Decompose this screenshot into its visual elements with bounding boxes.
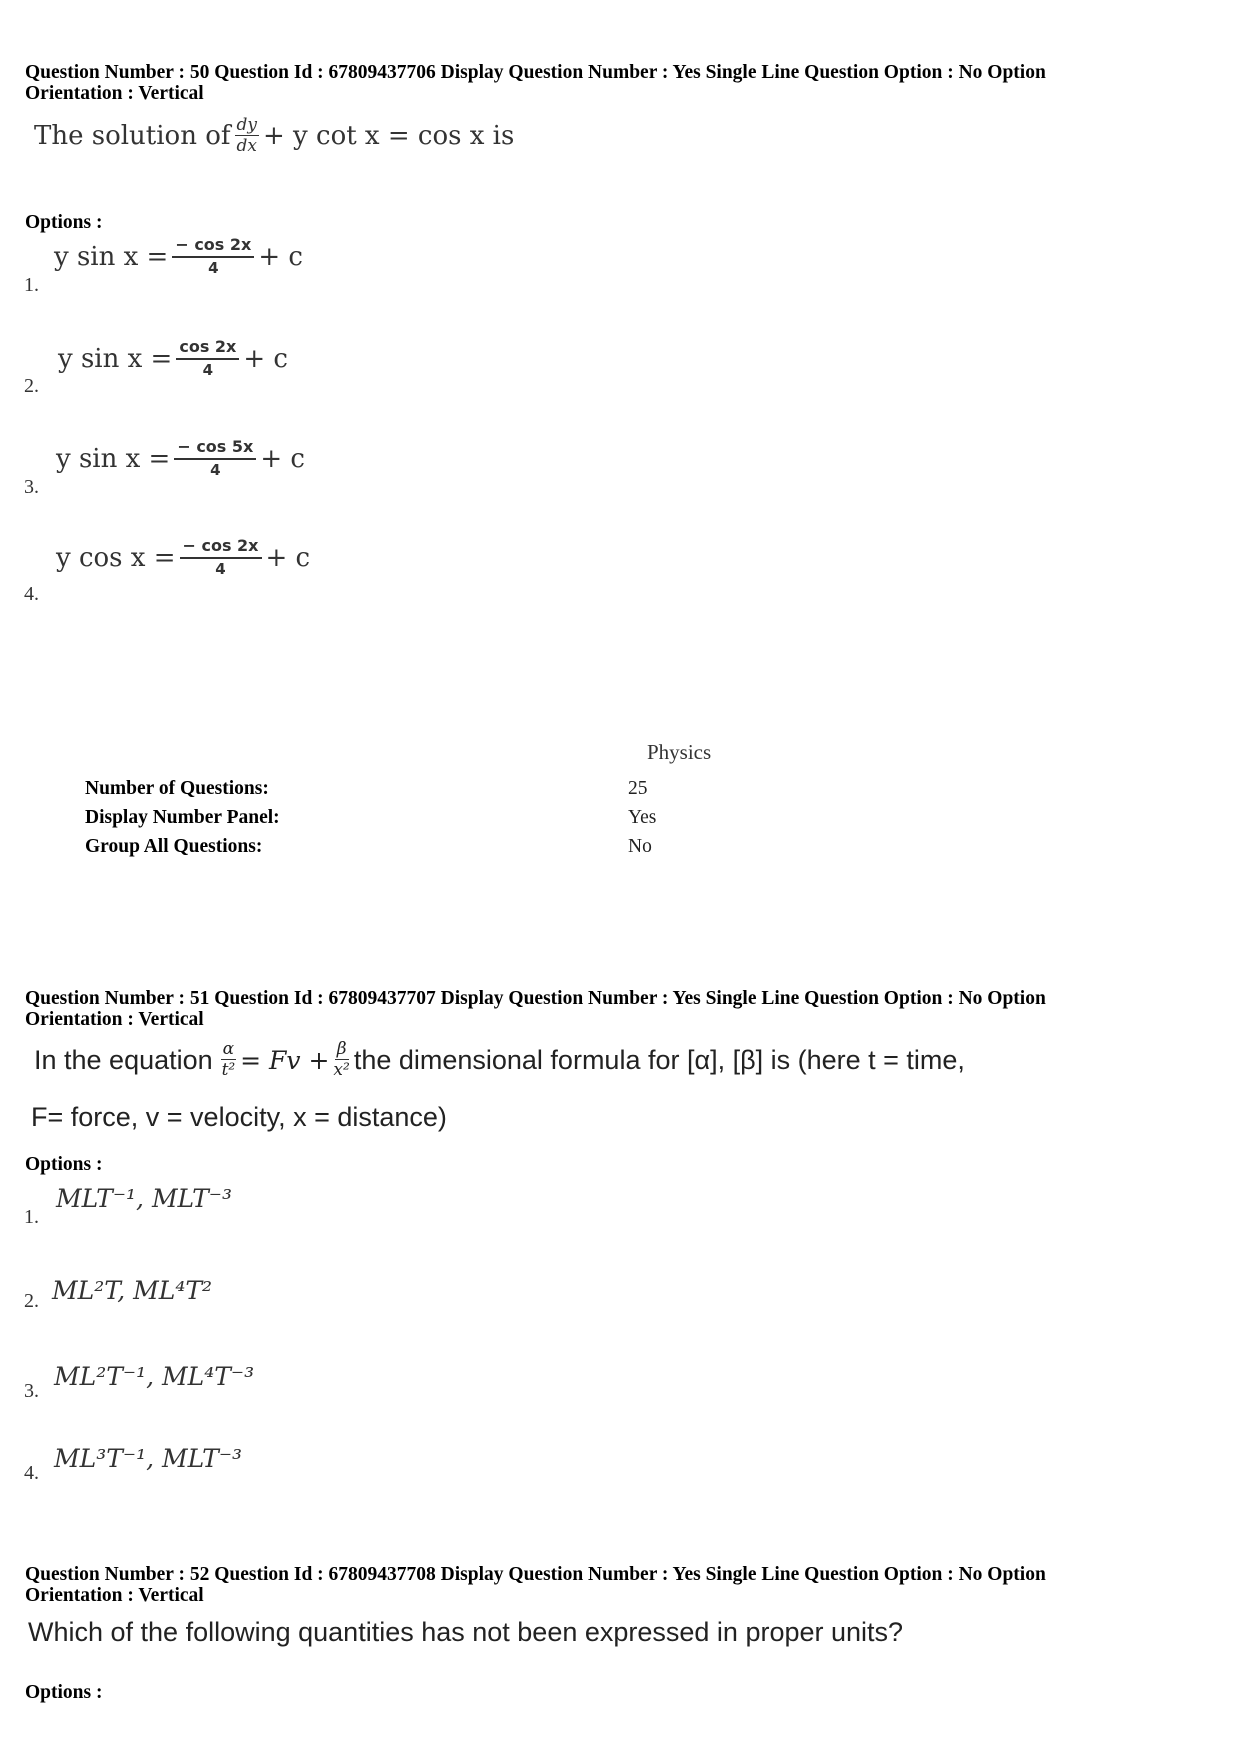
question-suffix: + y cot x = cos x is (263, 121, 515, 151)
option-3[interactable]: y sin x = − cos 5x 4 + c (56, 438, 305, 480)
option-number: 1. (24, 1206, 39, 1228)
equation-middle: = Fv + (240, 1045, 330, 1075)
option-4[interactable]: y cos x = − cos 2x 4 + c (56, 537, 310, 579)
section-value-questions: 25 (628, 778, 648, 799)
option-2[interactable]: ML²T, ML⁴T² (52, 1276, 212, 1305)
option-number: 1. (24, 274, 39, 296)
fraction-numerator: − cos 5x (174, 438, 257, 460)
fraction-numerator: − cos 2x (179, 537, 262, 559)
option-2[interactable]: y sin x = cos 2x 4 + c (58, 338, 288, 380)
option-1[interactable]: y sin x = − cos 2x 4 + c (54, 236, 303, 278)
fraction-numerator: β (334, 1039, 349, 1060)
fraction-denominator: 4 (202, 361, 214, 379)
option-lhs: y cos x = (56, 543, 176, 573)
option-number: 2. (24, 375, 39, 397)
question-meta-line2: Orientation : Vertical (25, 1585, 204, 1606)
options-label: Options : (25, 1682, 103, 1703)
options-label: Options : (25, 212, 103, 233)
section-value-number-panel: Yes (628, 807, 657, 828)
option-fraction: cos 2x 4 (176, 338, 240, 380)
section-label-group: Group All Questions: (85, 836, 263, 857)
question-suffix: the dimensional formula for [α], [β] is … (353, 1044, 965, 1075)
option-number: 4. (24, 1462, 39, 1484)
question-meta-line2: Orientation : Vertical (25, 83, 204, 104)
option-number: 2. (24, 1290, 39, 1312)
fraction-numerator: α (220, 1039, 237, 1060)
question-meta-line2: Orientation : Vertical (25, 1009, 204, 1030)
question-text: In the equation α t² = Fv + β x² the dim… (34, 1040, 965, 1080)
option-number: 4. (24, 583, 39, 605)
fraction-denominator: t² (221, 1060, 236, 1080)
option-4[interactable]: ML³T⁻¹, MLT⁻³ (54, 1444, 242, 1473)
fraction-denominator: 4 (210, 461, 221, 479)
option-number: 3. (24, 476, 39, 498)
question-meta-line1: Question Number : 51 Question Id : 67809… (25, 988, 1046, 1009)
option-1[interactable]: MLT⁻¹, MLT⁻³ (56, 1184, 232, 1213)
option-fraction: − cos 5x 4 (174, 438, 257, 480)
question-meta-line1: Question Number : 52 Question Id : 67809… (25, 1564, 1046, 1585)
question-prefix: In the equation (34, 1044, 213, 1075)
question-text: The solution of dy dx + y cot x = cos x … (34, 116, 514, 156)
option-rhs: + c (260, 444, 305, 474)
fraction-numerator: − cos 2x (172, 236, 255, 258)
alpha-fraction: α t² (220, 1039, 237, 1080)
section-subject: Physics (647, 740, 712, 764)
beta-fraction: β x² (333, 1040, 349, 1080)
option-rhs: + c (265, 543, 311, 573)
fraction-numerator: dy (234, 115, 259, 136)
option-lhs: y sin x = (58, 344, 173, 374)
question-meta-line1: Question Number : 50 Question Id : 67809… (25, 62, 1046, 83)
derivative-fraction: dy dx (234, 115, 259, 156)
option-lhs: y sin x = (56, 444, 171, 474)
question-text-line2: F= force, v = velocity, x = distance) (31, 1102, 447, 1132)
section-value-group: No (628, 836, 652, 857)
option-rhs: + c (243, 344, 288, 374)
option-fraction: − cos 2x 4 (179, 537, 262, 579)
section-label-questions: Number of Questions: (85, 778, 269, 799)
options-label: Options : (25, 1154, 103, 1175)
section-label-number-panel: Display Number Panel: (85, 807, 280, 828)
fraction-numerator: cos 2x (176, 338, 240, 360)
question-prefix: The solution of (34, 121, 231, 151)
option-rhs: + c (258, 242, 303, 272)
option-number: 3. (24, 1380, 39, 1402)
option-fraction: − cos 2x 4 (172, 236, 255, 278)
option-lhs: y sin x = (54, 242, 169, 272)
option-3[interactable]: ML²T⁻¹, ML⁴T⁻³ (54, 1362, 254, 1391)
fraction-denominator: dx (236, 136, 257, 156)
question-text: Which of the following quantities has no… (28, 1617, 904, 1647)
fraction-denominator: 4 (215, 560, 226, 578)
fraction-denominator: 4 (208, 259, 219, 277)
fraction-denominator: x² (333, 1060, 350, 1080)
